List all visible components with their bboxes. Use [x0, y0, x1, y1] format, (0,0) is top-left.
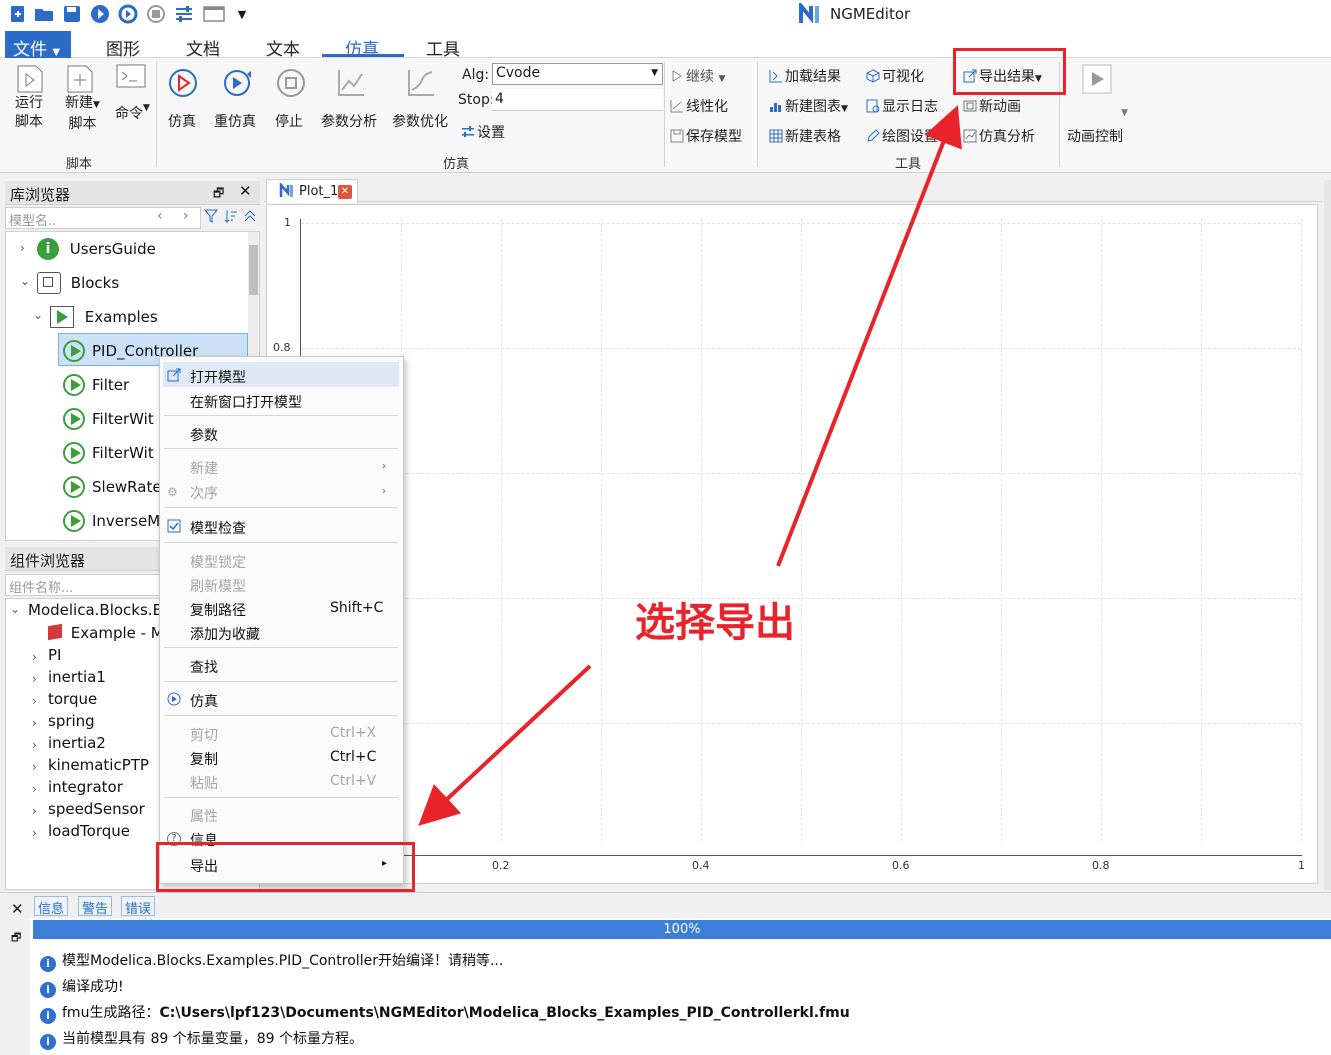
close-icon[interactable]: ✕: [11, 900, 24, 918]
annotation-arrow-down: [418, 664, 592, 826]
message-line: i 当前模型具有 89 个标量变量，89 个标量方程。: [40, 1028, 363, 1050]
message-line: i 编译成功!: [40, 976, 124, 998]
info-icon: i: [40, 956, 56, 972]
annotation-arrow-up: [776, 105, 962, 567]
info-icon: i: [40, 1034, 56, 1050]
info-icon: i: [40, 1008, 56, 1024]
message-line: i fmu生成路径：C:\Users\lpf123\Documents\NGMEd…: [40, 1002, 850, 1024]
tab-messages-info[interactable]: 信息: [34, 896, 69, 917]
message-line: i 模型Modelica.Blocks.Examples.PID_Controll…: [40, 950, 503, 972]
float-panel-icon[interactable]: 🗗: [11, 929, 21, 948]
progress-bar: 100%: [33, 920, 1331, 939]
info-icon: i: [40, 982, 56, 998]
tab-messages-warning[interactable]: 警告: [78, 896, 113, 917]
tab-messages-error[interactable]: 错误: [121, 896, 156, 917]
annotation-text: 选择导出: [635, 600, 795, 646]
